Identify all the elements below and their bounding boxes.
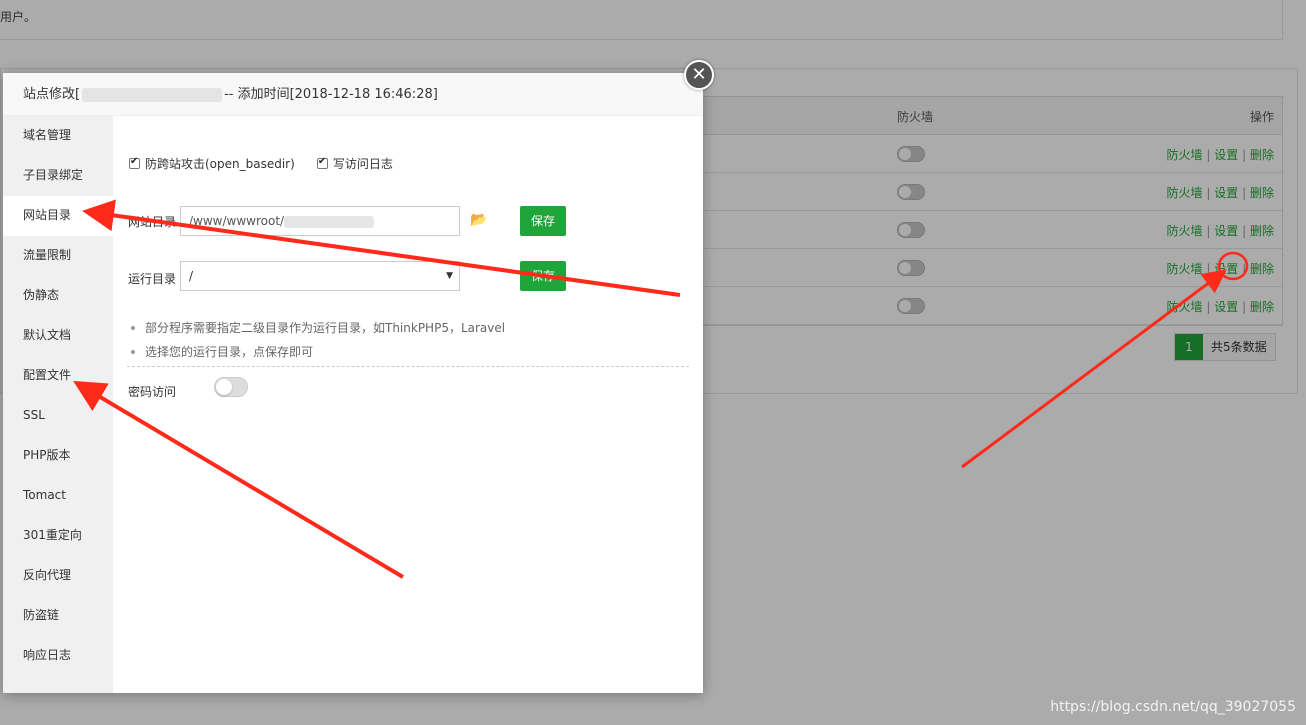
tip-item: 选择您的运行目录，点保存即可: [129, 340, 505, 364]
site-dir-save-button[interactable]: 保存: [520, 206, 566, 236]
dropdown-arrow-icon: ▼: [446, 271, 453, 281]
sidebar-item-php[interactable]: PHP版本: [3, 436, 113, 476]
password-access-label: 密码访问: [128, 385, 177, 399]
tips-list: 部分程序需要指定二级目录作为运行目录，如ThinkPHP5，Laravel 选择…: [129, 316, 505, 364]
password-access-toggle[interactable]: [214, 377, 248, 397]
sidebar-item-rewrite[interactable]: 伪静态: [3, 276, 113, 316]
sidebar-item-config[interactable]: 配置文件: [3, 356, 113, 396]
sidebar-item-traffic[interactable]: 流量限制: [3, 236, 113, 276]
site-edit-modal: 站点修改[ -- 添加时间[2018-12-18 16:46:28] 域名管理 子…: [3, 73, 703, 693]
anti-cross-checkbox[interactable]: [129, 156, 140, 169]
sidebar-item-domain[interactable]: 域名管理: [3, 116, 113, 156]
tip-item: 部分程序需要指定二级目录作为运行目录，如ThinkPHP5，Laravel: [129, 316, 505, 340]
anti-cross-label: 防跨站攻击(open_basedir): [145, 157, 295, 171]
divider: [127, 366, 689, 367]
sidebar-item-subdir[interactable]: 子目录绑定: [3, 156, 113, 196]
sidebar-item-ssl[interactable]: SSL: [3, 396, 113, 436]
redacted-site-name: [82, 87, 223, 102]
close-modal-button[interactable]: ✕: [684, 60, 714, 90]
sidebar-item-tomcat[interactable]: Tomact: [3, 476, 113, 516]
watermark: https://blog.csdn.net/qq_39027055: [1050, 699, 1296, 715]
write-log-checkbox[interactable]: [316, 156, 328, 169]
sidebar-item-default-doc[interactable]: 默认文档: [3, 316, 113, 356]
title-suffix: -- 添加时间[2018-12-18 16:46:28]: [224, 87, 438, 102]
redacted-path: [284, 215, 375, 228]
modal-sidebar: 域名管理 子目录绑定 网站目录 流量限制 伪静态 默认文档 配置文件 SSL P…: [3, 116, 113, 693]
modal-title: 站点修改[ -- 添加时间[2018-12-18 16:46:28]: [3, 73, 703, 116]
sidebar-item-proxy[interactable]: 反向代理: [3, 556, 113, 596]
sidebar-item-hotlink[interactable]: 防盗链: [3, 596, 113, 636]
folder-open-icon[interactable]: 📂: [470, 212, 487, 228]
run-dir-label: 运行目录: [128, 272, 177, 286]
write-log-label: 写访问日志: [332, 157, 393, 171]
checkbox-row: 防跨站攻击(open_basedir) 写访问日志: [129, 155, 415, 172]
modal-content: 防跨站攻击(open_basedir) 写访问日志 网站目录 /www/wwwr…: [113, 116, 703, 693]
site-dir-label: 网站目录: [128, 215, 177, 229]
site-dir-input[interactable]: /www/wwwroot/: [180, 206, 460, 236]
run-dir-select[interactable]: / ▼: [180, 261, 460, 291]
sidebar-item-site-dir[interactable]: 网站目录: [3, 196, 113, 236]
title-prefix: 站点修改[: [23, 87, 81, 102]
run-dir-save-button[interactable]: 保存: [520, 261, 566, 291]
sidebar-item-redirect[interactable]: 301重定向: [3, 516, 113, 556]
sidebar-item-log[interactable]: 响应日志: [3, 636, 113, 676]
